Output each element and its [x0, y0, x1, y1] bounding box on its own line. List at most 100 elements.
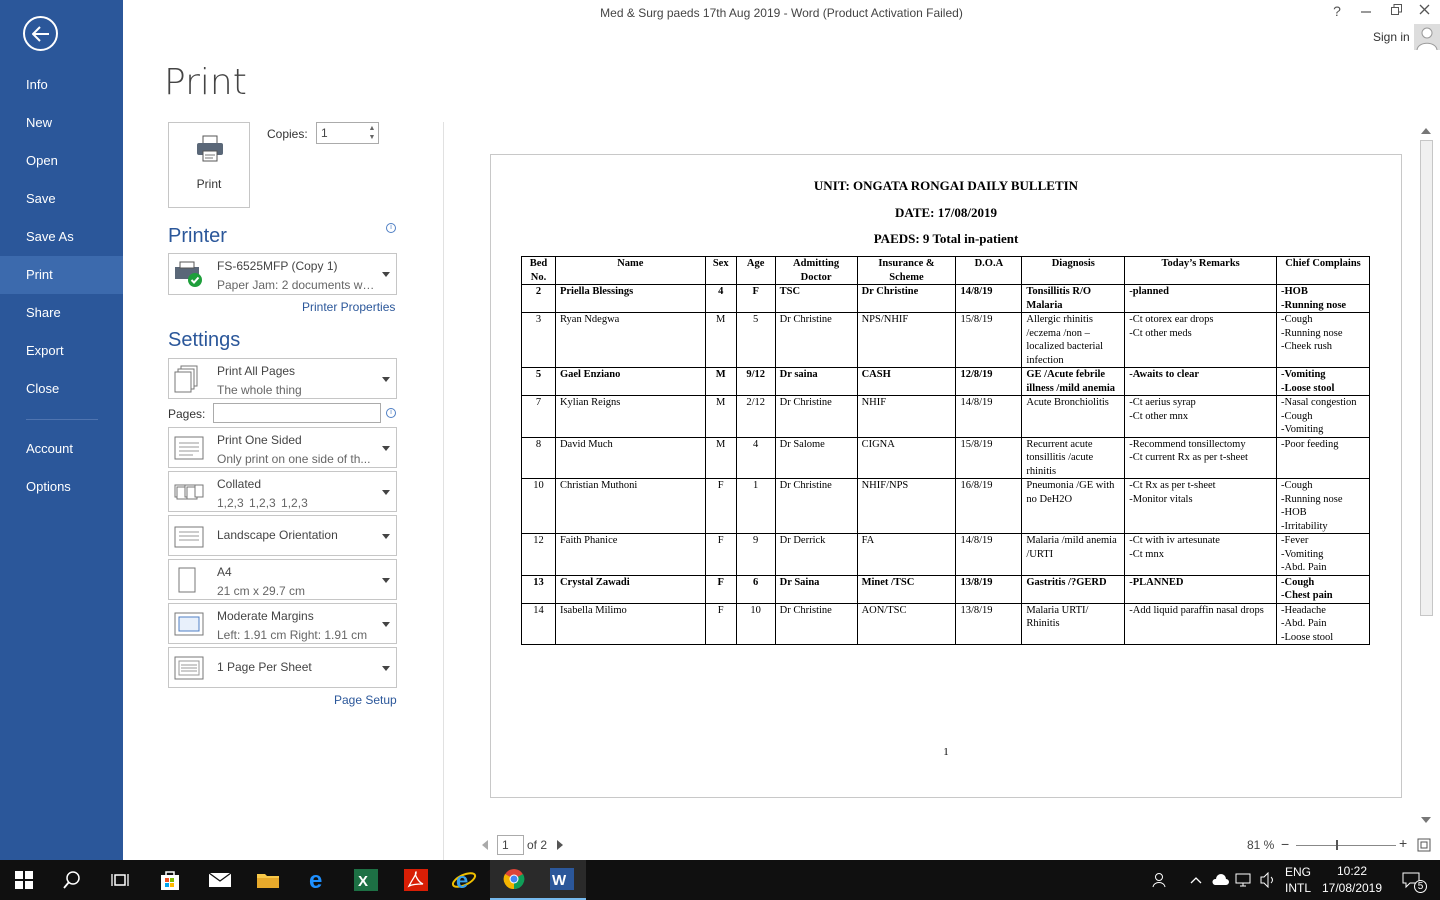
- internet-explorer-app[interactable]: e: [440, 860, 488, 900]
- printer-info-icon[interactable]: i: [386, 223, 396, 233]
- acrobat-app[interactable]: [392, 860, 440, 900]
- task-view-button[interactable]: [96, 860, 144, 900]
- orientation-value: Landscape Orientation: [217, 528, 338, 542]
- next-page-icon[interactable]: [557, 840, 563, 850]
- close-window-button[interactable]: [1412, 3, 1436, 19]
- clock-date[interactable]: 17/08/2019: [1320, 881, 1384, 895]
- mail-app[interactable]: [196, 860, 244, 900]
- printer-ready-icon: [175, 261, 202, 287]
- network-button[interactable]: [1232, 860, 1256, 900]
- word-app[interactable]: W: [538, 860, 586, 900]
- zoom-level[interactable]: 81 %: [1247, 838, 1274, 852]
- excel-app[interactable]: X: [342, 860, 390, 900]
- table-cell: -Fever -Vomiting -Abd. Pain: [1276, 533, 1370, 576]
- zoom-slider-thumb[interactable]: [1336, 840, 1338, 850]
- scroll-thumb[interactable]: [1420, 140, 1433, 616]
- chrome-app[interactable]: [490, 860, 538, 900]
- file-explorer-app[interactable]: [244, 860, 292, 900]
- preview-page: UNIT: ONGATA RONGAI DAILY BULLETIN DATE:…: [490, 154, 1402, 798]
- sides-dropdown[interactable]: Print One Sided Only print on one side o…: [168, 427, 397, 468]
- nav-save[interactable]: Save: [0, 180, 123, 218]
- copies-input[interactable]: 1 ▲ ▼: [316, 122, 379, 144]
- nav-account[interactable]: Account: [0, 430, 123, 468]
- pages-per-sheet-dropdown[interactable]: 1 Page Per Sheet: [168, 647, 397, 688]
- margins-value: Moderate Margins: [217, 609, 314, 623]
- table-cell: -HOB -Running nose: [1276, 284, 1370, 313]
- collation-value: Collated: [217, 477, 262, 491]
- table-cell: 7: [521, 395, 556, 438]
- page-title: Print: [164, 62, 247, 103]
- start-button[interactable]: [0, 860, 48, 900]
- nav-close[interactable]: Close: [0, 370, 123, 408]
- printer-properties-link[interactable]: Printer Properties: [302, 300, 395, 314]
- copies-decrement[interactable]: ▼: [367, 133, 377, 142]
- action-center-button[interactable]: 5: [1392, 860, 1432, 900]
- search-button[interactable]: [48, 860, 96, 900]
- pages-input[interactable]: [213, 403, 381, 423]
- zoom-in-button[interactable]: +: [1399, 835, 1407, 851]
- people-button[interactable]: [1140, 860, 1180, 900]
- table-cell: AON/TSC: [856, 602, 957, 645]
- print-button[interactable]: Print: [168, 122, 250, 208]
- paper-size-dropdown[interactable]: A4 21 cm x 29.7 cm: [168, 559, 397, 600]
- table-cell: 12: [521, 533, 556, 576]
- zoom-slider[interactable]: [1296, 845, 1396, 846]
- minimize-button[interactable]: [1354, 3, 1378, 19]
- keyboard-layout[interactable]: INTL: [1282, 881, 1314, 895]
- current-page-input[interactable]: 1: [497, 835, 524, 855]
- printer-dropdown[interactable]: FS-6525MFP (Copy 1) Paper Jam: 2 documen…: [168, 253, 397, 295]
- table-row: 2 Priella Blessings 4 F TSC Dr Christine 14/8/…: [521, 284, 1370, 313]
- table-cell: -Cough -Running nose -HOB -Irritability: [1276, 478, 1370, 534]
- collation-dropdown[interactable]: Collated 1,2,3 1,2,3 1,2,3: [168, 471, 397, 512]
- onedrive-button[interactable]: [1208, 860, 1232, 900]
- nav-info[interactable]: Info: [0, 66, 123, 104]
- preview-scrollbar[interactable]: [1418, 122, 1435, 830]
- pages-info-icon[interactable]: i: [386, 408, 396, 418]
- table-cell: -Ct Rx as per t-sheet -Monitor vitals: [1124, 478, 1278, 534]
- copies-increment[interactable]: ▲: [367, 124, 377, 133]
- show-hidden-icons-button[interactable]: [1184, 860, 1208, 900]
- prev-page-icon[interactable]: [482, 840, 488, 850]
- table-cell: -Add liquid paraffin nasal drops: [1124, 602, 1278, 645]
- table-cell: Acute Bronchiolitis: [1021, 395, 1126, 438]
- table-row: 10 Christian Muthoni F 1 Dr Christine NHIF/NP…: [521, 478, 1370, 534]
- restore-button[interactable]: [1384, 3, 1408, 19]
- zoom-to-page-icon[interactable]: [1416, 837, 1432, 853]
- scroll-down-icon[interactable]: [1421, 817, 1431, 823]
- pages-icon: [174, 365, 198, 393]
- svg-text:e: e: [456, 868, 468, 892]
- nav-export[interactable]: Export: [0, 332, 123, 370]
- margins-icon: [174, 612, 204, 636]
- nav-options[interactable]: Options: [0, 468, 123, 506]
- excel-icon: X: [354, 869, 378, 891]
- language-indicator[interactable]: ENG: [1282, 865, 1314, 879]
- page-setup-link[interactable]: Page Setup: [334, 693, 397, 707]
- nav-new[interactable]: New: [0, 104, 123, 142]
- printer-icon: [197, 135, 223, 162]
- sign-in-link[interactable]: Sign in: [1373, 30, 1410, 44]
- table-cell: Gael Enziano: [554, 367, 706, 396]
- edge-app[interactable]: e: [294, 860, 342, 900]
- settings-heading: Settings: [168, 329, 241, 351]
- nav-share[interactable]: Share: [0, 294, 123, 332]
- nav-open[interactable]: Open: [0, 142, 123, 180]
- store-app[interactable]: [146, 860, 194, 900]
- orientation-dropdown[interactable]: Landscape Orientation: [168, 515, 397, 556]
- table-cell: -Ct aerius syrap -Ct other mnx: [1124, 395, 1278, 438]
- clock-time[interactable]: 10:22: [1320, 864, 1384, 878]
- zoom-out-button[interactable]: −: [1281, 836, 1289, 852]
- print-range-dropdown[interactable]: Print All Pages The whole thing: [168, 358, 397, 399]
- print-range-desc: The whole thing: [217, 383, 302, 397]
- nav-print[interactable]: Print: [0, 256, 123, 294]
- scroll-up-icon[interactable]: [1421, 128, 1431, 134]
- table-cell: 4: [735, 436, 776, 479]
- margins-dropdown[interactable]: Moderate Margins Left: 1.91 cm Right: 1.…: [168, 603, 397, 644]
- doc-heading-date: DATE: 17/08/2019: [895, 205, 997, 220]
- nav-save-as[interactable]: Save As: [0, 218, 123, 256]
- volume-button[interactable]: [1256, 860, 1280, 900]
- help-button[interactable]: ?: [1325, 3, 1349, 19]
- table-cell: 4: [704, 284, 737, 313]
- table-cell: 10: [735, 602, 776, 645]
- back-button[interactable]: [23, 16, 58, 51]
- user-avatar[interactable]: [1414, 24, 1440, 50]
